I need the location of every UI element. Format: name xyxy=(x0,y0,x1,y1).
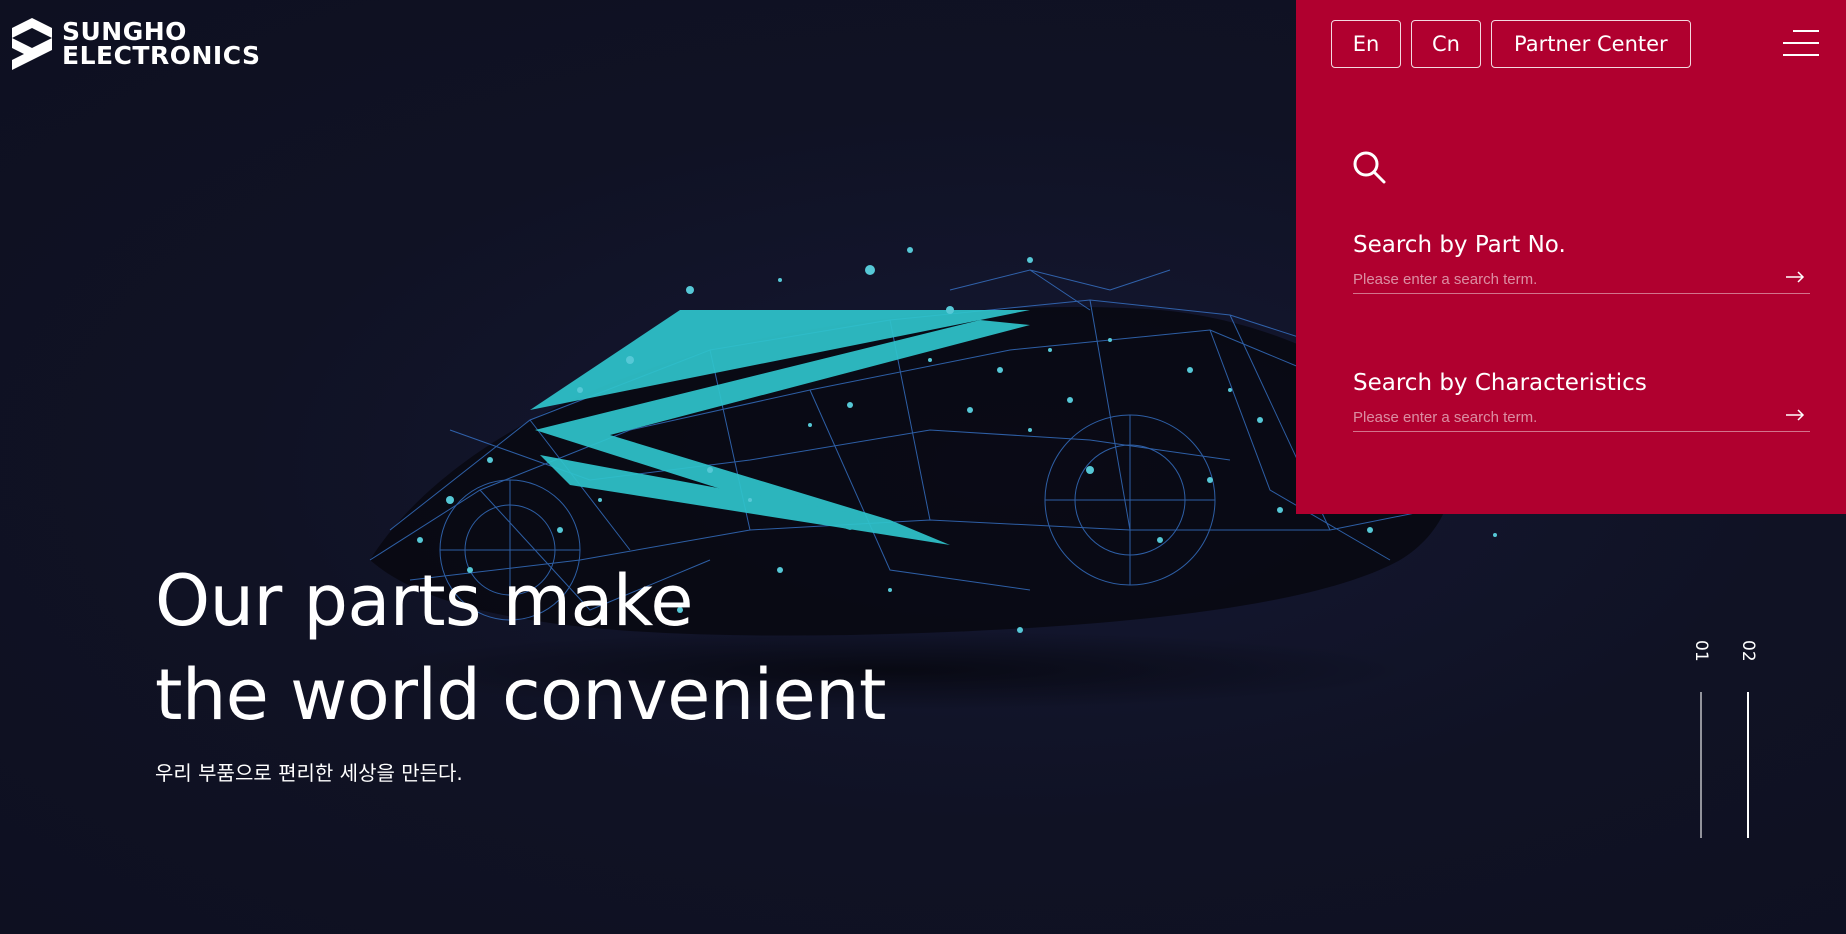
sungho-logo-mark-icon xyxy=(12,18,52,70)
slide-progress-bar xyxy=(1747,692,1749,838)
slide-indicator-01[interactable]: 01 xyxy=(1689,640,1713,838)
search-panel: En Cn Partner Center Search by Part No. … xyxy=(1296,0,1846,514)
slide-progress-bar xyxy=(1700,692,1702,838)
search-part-no-input[interactable] xyxy=(1353,266,1753,292)
arrow-right-icon[interactable] xyxy=(1784,266,1806,288)
hero-headline: Our parts make the world convenient xyxy=(155,554,886,742)
slide-indicator-02[interactable]: 02 xyxy=(1736,640,1760,838)
partner-center-button[interactable]: Partner Center xyxy=(1491,20,1691,68)
hamburger-menu-icon[interactable] xyxy=(1783,30,1819,56)
hero-headline-line-2: the world convenient xyxy=(155,654,886,736)
slide-number: 02 xyxy=(1738,640,1758,662)
slide-number: 01 xyxy=(1691,640,1711,662)
hero-subtitle: 우리 부품으로 편리한 세상을 만든다. xyxy=(155,761,463,785)
search-by-part-no: Search by Part No. xyxy=(1353,230,1810,294)
brand-logo[interactable]: SUNGHO ELECTRONICS xyxy=(12,18,261,70)
search-characteristics-title: Search by Characteristics xyxy=(1353,370,1647,396)
search-by-characteristics: Search by Characteristics xyxy=(1353,368,1810,432)
language-cn-button[interactable]: Cn xyxy=(1411,20,1481,68)
search-icon xyxy=(1353,151,1386,184)
top-actions: En Cn Partner Center xyxy=(1331,20,1691,68)
search-characteristics-input[interactable] xyxy=(1353,404,1753,430)
hero-headline-line-1: Our parts make xyxy=(155,560,693,642)
brand-line-2: ELECTRONICS xyxy=(62,41,261,70)
search-characteristics-row xyxy=(1353,404,1810,432)
arrow-right-icon[interactable] xyxy=(1784,404,1806,426)
language-en-button[interactable]: En xyxy=(1331,20,1401,68)
page: SUNGHO ELECTRONICS Our parts make the wo… xyxy=(0,0,1846,934)
search-part-no-row xyxy=(1353,266,1810,294)
brand-name: SUNGHO ELECTRONICS xyxy=(62,19,261,70)
search-part-no-title: Search by Part No. xyxy=(1353,232,1566,258)
